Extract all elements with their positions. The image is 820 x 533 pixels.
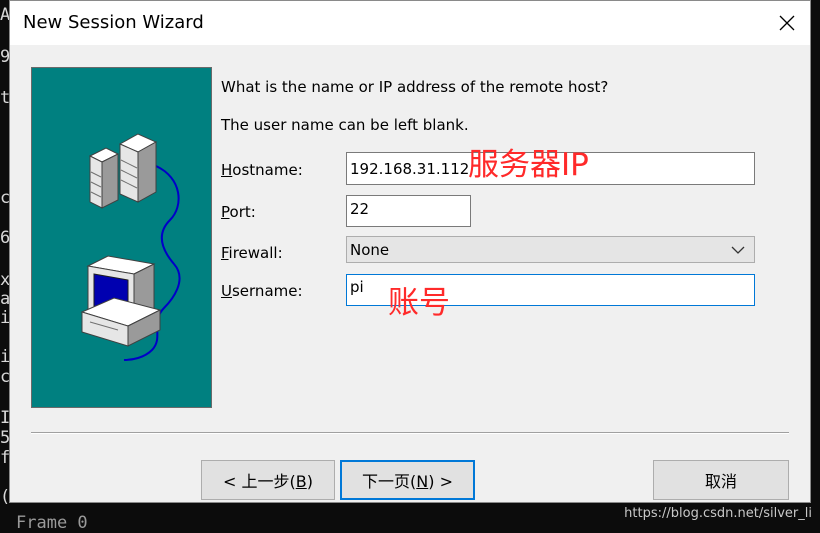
next-button-label: 下一页(N) > — [362, 472, 453, 491]
server-ip-annotation: 服务器IP — [468, 147, 589, 183]
back-button[interactable]: < 上一步(B) — [201, 460, 335, 500]
title-bar[interactable]: New Session Wizard — [10, 1, 810, 45]
username-note: The user name can be left blank. — [221, 116, 469, 134]
firewall-select[interactable]: None — [346, 236, 755, 263]
port-value: 22 — [350, 200, 370, 218]
terminal-bottom-text: Frame 0 — [16, 513, 88, 533]
username-label: Username: — [221, 282, 303, 300]
firewall-label: Firewall: — [221, 244, 283, 262]
chevron-down-icon — [731, 246, 745, 254]
firewall-value: None — [350, 240, 390, 259]
account-annotation: 账号 — [388, 285, 450, 321]
dialog-title: New Session Wizard — [23, 12, 204, 33]
cancel-button[interactable]: 取消 — [653, 460, 789, 500]
watermark: https://blog.csdn.net/silver_li — [624, 506, 812, 521]
network-computer-icon — [80, 133, 181, 361]
port-label: Port: — [221, 203, 256, 221]
new-session-wizard-dialog: New Session Wizard What is the name or I… — [9, 0, 811, 503]
divider — [31, 432, 789, 434]
hostname-value: 192.168.31.112 — [350, 159, 470, 178]
next-button[interactable]: 下一页(N) > — [340, 460, 475, 500]
hostname-label: Hostname: — [221, 161, 303, 179]
close-icon — [779, 15, 795, 31]
host-prompt: What is the name or IP address of the re… — [221, 78, 609, 96]
username-value: pi — [350, 278, 364, 296]
back-button-label: < 上一步(B) — [223, 472, 313, 491]
cancel-button-label: 取消 — [704, 472, 737, 491]
close-button[interactable] — [764, 1, 810, 45]
port-input[interactable]: 22 — [346, 195, 471, 227]
network-illustration — [31, 67, 212, 408]
